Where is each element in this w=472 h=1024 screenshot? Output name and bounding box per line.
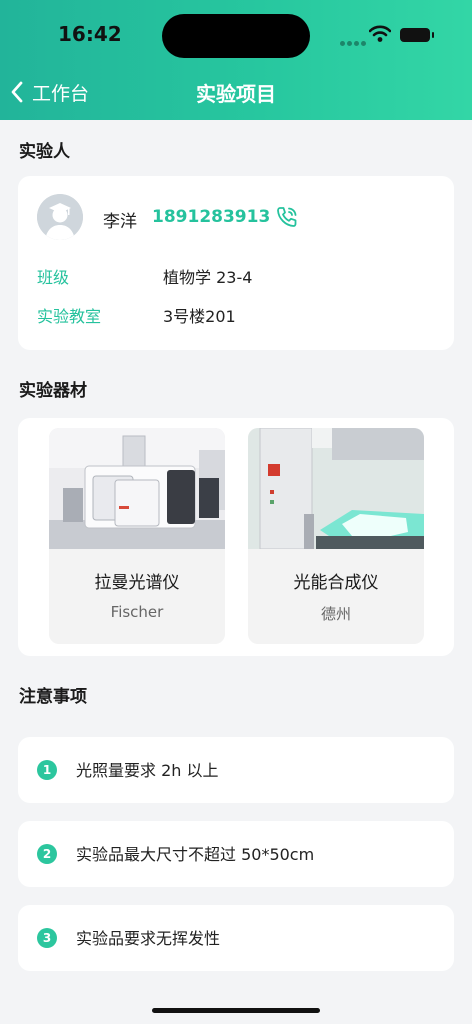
notes-section-title: 注意事项 — [19, 687, 87, 707]
equipment-name: 拉曼光谱仪 — [94, 573, 180, 593]
note-number-badge: 3 — [37, 928, 57, 948]
experimenter-card: 李洋 1891283913 班级 植物学 23-4 实验教室 3号楼201 — [18, 176, 454, 350]
classroom-label: 实验教室 — [37, 307, 102, 326]
class-label: 班级 — [37, 268, 70, 287]
equipment-section-title: 实验器材 — [19, 381, 87, 401]
experimenter-section-title: 实验人 — [19, 142, 70, 162]
note-item: 2 实验品最大尺寸不超过 50*50cm — [18, 821, 454, 887]
note-text: 实验品最大尺寸不超过 50*50cm — [76, 845, 315, 864]
page-title: 实验项目 — [196, 82, 276, 106]
note-text: 实验品要求无挥发性 — [76, 929, 221, 948]
wifi-icon — [369, 25, 391, 42]
app-header: 16:42 工作台 实验项目 — [0, 0, 472, 120]
experimenter-name: 李洋 — [103, 212, 137, 232]
photosynthesis-instrument-image — [248, 428, 424, 549]
equipment-item-raman[interactable]: 拉曼光谱仪 Fischer — [49, 428, 225, 644]
equipment-maker: Fischer — [110, 603, 164, 621]
equipment-item-photosynthesis[interactable]: 光能合成仪 德州 — [248, 428, 424, 644]
experimenter-phone[interactable]: 1891283913 — [152, 207, 270, 227]
equipment-maker: 德州 — [320, 605, 351, 623]
avatar-graduate-icon — [37, 194, 83, 240]
class-value: 植物学 23-4 — [163, 268, 253, 287]
note-item: 1 光照量要求 2h 以上 — [18, 737, 454, 803]
battery-icon — [400, 28, 434, 42]
note-number-badge: 1 — [37, 760, 57, 780]
note-item: 3 实验品要求无挥发性 — [18, 905, 454, 971]
home-indicator[interactable] — [152, 1008, 320, 1013]
note-number-badge: 2 — [37, 844, 57, 864]
equipment-card: 拉曼光谱仪 Fischer 光能合成仪 德州 — [18, 418, 454, 656]
note-text: 光照量要求 2h 以上 — [76, 761, 219, 780]
equipment-name: 光能合成仪 — [293, 573, 379, 593]
status-time: 16:42 — [58, 22, 122, 46]
phone-call-icon[interactable] — [275, 205, 299, 229]
dynamic-island — [162, 14, 310, 58]
classroom-value: 3号楼201 — [163, 307, 236, 326]
cellular-signal-icon — [340, 31, 368, 50]
raman-spectrometer-image — [49, 428, 225, 549]
